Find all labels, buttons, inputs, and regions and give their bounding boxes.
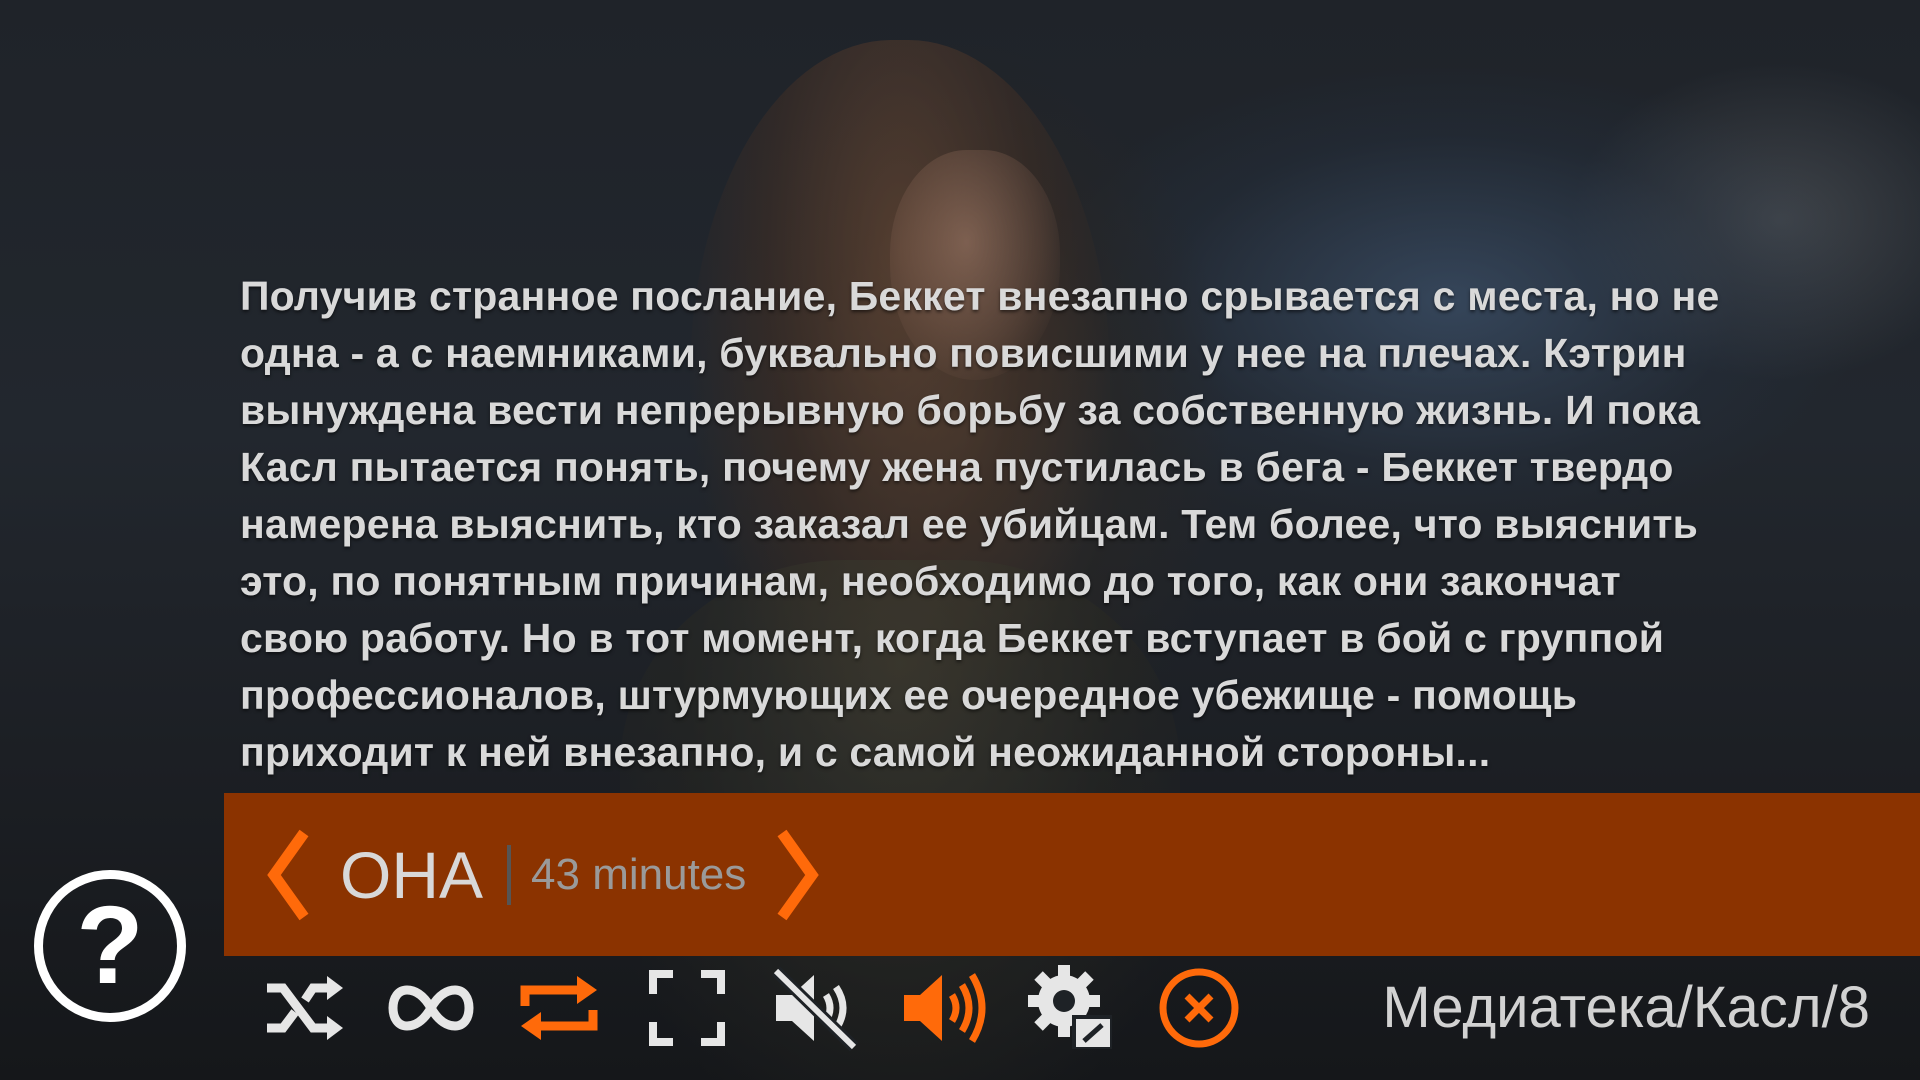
repeat-icon [520,976,598,1040]
shuffle-button[interactable] [255,960,351,1056]
episode-title: ОНА [340,837,484,912]
title-separator [507,844,512,905]
next-episode-chevron-icon[interactable] [776,829,820,921]
infinity-icon [388,985,474,1031]
player-overlay: Получив странное послание, Беккет внезап… [0,0,1920,1080]
library-breadcrumb[interactable]: Медиатека/Касл/8 [1382,968,1870,1048]
shuffle-icon [267,976,343,1040]
volume-up-icon [904,973,986,1043]
mute-button[interactable] [767,960,863,1056]
close-button[interactable] [1151,960,1247,1056]
volume-muted-icon [771,966,859,1051]
help-question-icon: ? [76,884,144,1007]
episode-title-bar: ОНА 43 minutes [224,793,1920,956]
fullscreen-icon [649,970,725,1046]
episode-duration: 43 minutes [531,849,747,899]
previous-episode-chevron-icon[interactable] [266,829,310,921]
settings-icon [1028,965,1112,1049]
help-button[interactable]: ? [34,870,186,1022]
settings-button[interactable] [1023,960,1119,1056]
volume-button[interactable] [895,960,991,1056]
episode-description: Получив странное послание, Беккет внезап… [240,273,1720,775]
fullscreen-button[interactable] [639,960,735,1056]
close-icon [1159,968,1239,1048]
player-toolbar [255,958,1279,1058]
repeat-button[interactable] [511,960,607,1056]
loop-forever-button[interactable] [383,960,479,1056]
